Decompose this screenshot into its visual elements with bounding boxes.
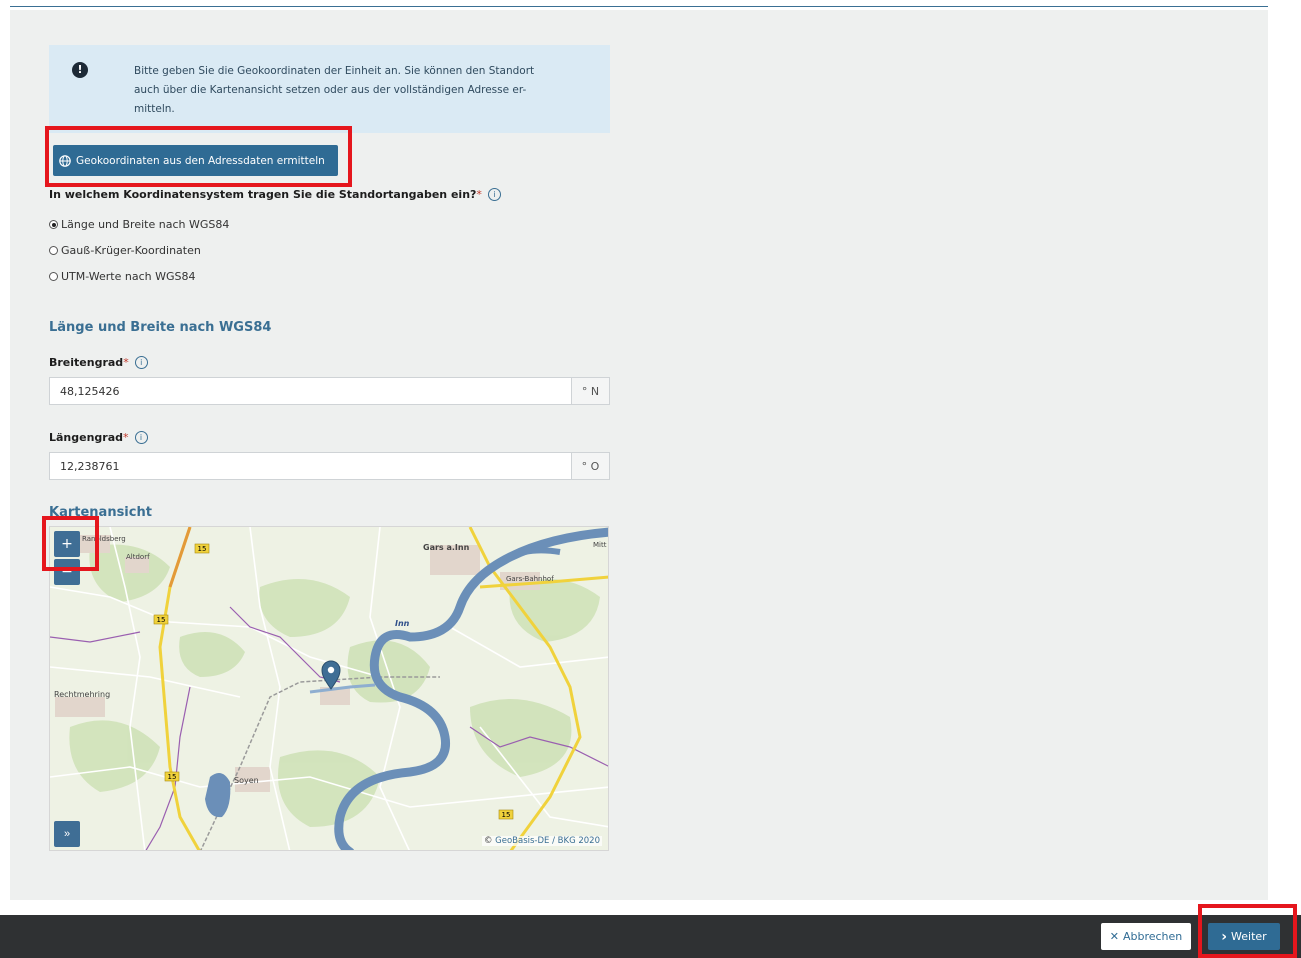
road-shield-label: 15: [198, 545, 207, 553]
info-box: ! Bitte geben Sie die Geokoordinaten der…: [49, 45, 610, 133]
map-attribution: © GeoBasis-DE / BKG 2020: [481, 836, 602, 846]
globe-icon: [59, 154, 71, 167]
coordinate-question-text: In welchem Koordinatensystem tragen Sie …: [49, 188, 477, 201]
section-title: Länge und Breite nach WGS84: [49, 320, 272, 335]
radio-wgs84[interactable]: Länge und Breite nach WGS84: [49, 218, 229, 231]
required-mark: *: [476, 188, 482, 201]
close-icon: ✕: [1109, 930, 1119, 943]
map-expand-button[interactable]: »: [54, 821, 80, 847]
radio-utm[interactable]: UTM-Werte nach WGS84: [49, 270, 196, 283]
place-label: Gars a.Inn: [423, 543, 470, 552]
longitude-input[interactable]: [49, 452, 571, 480]
latitude-label-text: Breitengrad: [49, 356, 124, 369]
radio-button-checked[interactable]: [49, 220, 58, 229]
place-label: Soyen: [234, 776, 259, 785]
info-icon[interactable]: i: [134, 356, 148, 369]
info-icon[interactable]: i: [487, 188, 501, 201]
place-label: Rechtmehring: [54, 690, 110, 699]
radio-label: Länge und Breite nach WGS84: [61, 218, 230, 231]
latitude-input[interactable]: [49, 377, 571, 405]
radio-button[interactable]: [49, 246, 58, 255]
latitude-field-group: ° N: [49, 377, 610, 405]
longitude-unit: ° O: [571, 452, 610, 480]
river-label: Inn: [395, 619, 410, 628]
coordinate-system-question: In welchem Koordinatensystem tragen Sie …: [49, 188, 501, 201]
radio-label: UTM-Werte nach WGS84: [61, 270, 196, 283]
cancel-button[interactable]: ✕ Abbrechen: [1101, 923, 1191, 950]
place-label: Gars-Bahnhof: [506, 575, 554, 583]
map-zoom-out-button[interactable]: −: [54, 559, 80, 585]
map-title: Kartenansicht: [49, 505, 152, 520]
copyright-symbol: ©: [483, 836, 493, 846]
required-mark: *: [123, 431, 129, 444]
cancel-label: Abbrechen: [1122, 930, 1183, 943]
latitude-label: Breitengrad* i: [49, 356, 148, 369]
top-divider: [10, 6, 1268, 7]
map-view[interactable]: 15 15 15 15 Ranoldsberg Altdorf Gars a.I…: [49, 526, 609, 851]
geo-button-label: Geokoordinaten aus den Adressdaten ermit…: [76, 154, 325, 167]
place-label: Mitt: [593, 541, 607, 549]
chevron-right-icon: ›: [1221, 928, 1228, 945]
info-text: Bitte geben Sie die Geokoordinaten der E…: [134, 65, 535, 115]
radio-button[interactable]: [49, 272, 58, 281]
attribution-link[interactable]: GeoBasis-DE / BKG 2020: [495, 836, 600, 846]
radio-gauss-krueger[interactable]: Gauß-Krüger-Koordinaten: [49, 244, 201, 257]
longitude-label: Längengrad* i: [49, 431, 148, 444]
road-shield-label: 15: [157, 616, 166, 624]
map-zoom-in-button[interactable]: +: [54, 531, 80, 557]
road-shield-label: 15: [502, 811, 511, 819]
geo-coordinates-from-address-button[interactable]: Geokoordinaten aus den Adressdaten ermit…: [53, 145, 338, 176]
next-label: Weiter: [1231, 930, 1267, 943]
next-button[interactable]: › Weiter: [1208, 923, 1280, 950]
exclamation-circle-icon: !: [72, 62, 88, 78]
longitude-field-group: ° O: [49, 452, 610, 480]
map-canvas[interactable]: 15 15 15 15 Ranoldsberg Altdorf Gars a.I…: [50, 527, 609, 851]
info-icon[interactable]: i: [134, 431, 148, 444]
required-mark: *: [123, 356, 129, 369]
place-label: Altdorf: [126, 553, 150, 561]
latitude-unit: ° N: [571, 377, 610, 405]
road-shield-label: 15: [168, 773, 177, 781]
longitude-label-text: Längengrad: [49, 431, 124, 444]
radio-label: Gauß-Krüger-Koordinaten: [61, 244, 201, 257]
place-label: Ranoldsberg: [82, 535, 126, 543]
